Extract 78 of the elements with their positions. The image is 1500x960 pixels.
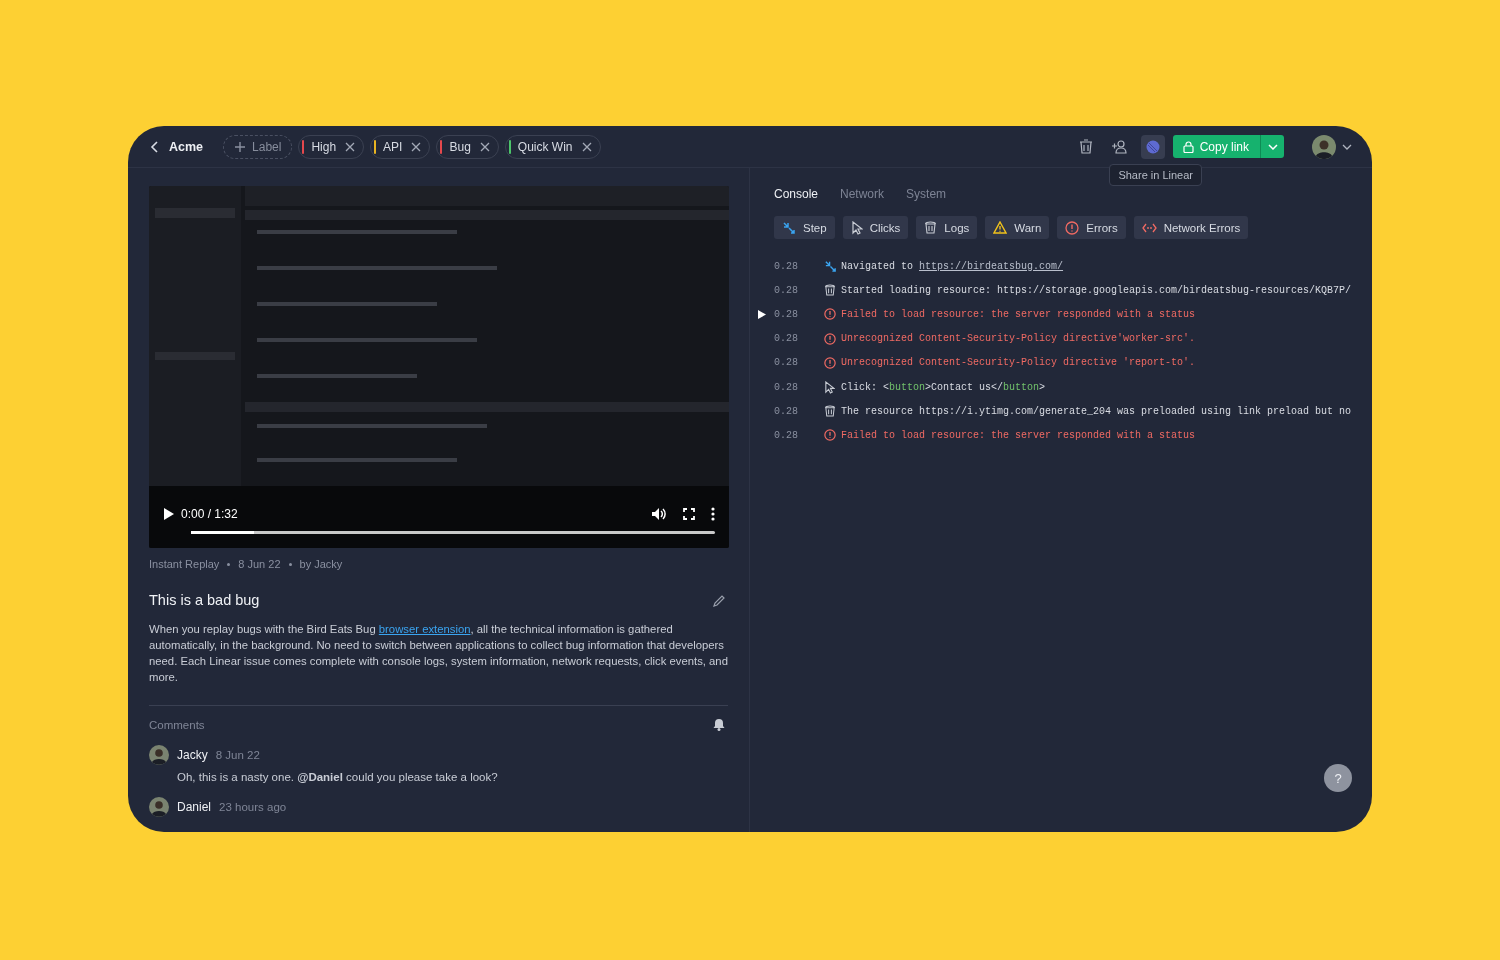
remove-icon[interactable] (581, 141, 592, 152)
comment-time: 23 hours ago (219, 801, 287, 813)
back-button[interactable]: Acme (148, 139, 218, 154)
add-user-icon[interactable] (1110, 139, 1127, 154)
cursor-icon (850, 220, 863, 235)
comment-text: Oh, this is a nasty one. @Daniel could you please take a look? (177, 771, 499, 783)
edit-icon[interactable] (713, 593, 726, 607)
play-icon[interactable] (163, 507, 175, 521)
log-message: Navigated to https://birdeatsbug.com/ (841, 260, 1064, 272)
log-message: Failed to load resource: the server responded with a status (841, 429, 1196, 441)
tooltip: Share in Linear (1109, 164, 1202, 186)
comment-author: Daniel (177, 800, 212, 814)
error-icon (824, 308, 836, 321)
avatar (149, 797, 169, 817)
issue-title: This is a bad bug (149, 592, 260, 608)
more-icon[interactable] (711, 507, 715, 521)
log-message: Unrecognized Content-Security-Policy directive'worker-src'. (841, 333, 1196, 345)
comment-time: 8 Jun 22 (215, 749, 260, 761)
issue-description: When you replay bugs with the Bird Eats Bug browser extension, all the technical information is gathered automatically, in the background. No need to switch between applications to collect bug information that developers need. Each Linear issue comes complete with console logs, system information, network requests, click events, and more. (149, 622, 728, 685)
error-icon (824, 332, 836, 345)
panel-tab[interactable]: Console (774, 187, 819, 201)
steps-icon (824, 259, 837, 273)
filter-button[interactable]: Clicks (842, 216, 909, 239)
comment-author: Jacky (177, 748, 208, 762)
meta-text: Instant Replay (149, 558, 220, 570)
circle-logo-icon (1145, 139, 1160, 154)
volume-icon[interactable] (651, 507, 667, 521)
panel-tab[interactable]: System (906, 187, 947, 201)
meta-text: by Jacky (299, 558, 343, 570)
avatar[interactable] (1312, 134, 1336, 159)
log-message: Click: <button>Contact us</button> (841, 381, 1046, 393)
log-time: 0.28 (774, 284, 799, 296)
log-message: The resource https://i.ytimg.com/generate_204 was preloaded using link preload but no (841, 405, 1352, 417)
filter-button[interactable]: Warn (985, 216, 1050, 239)
expand-icon[interactable] (758, 309, 766, 319)
filter-button[interactable]: Logs (916, 216, 978, 239)
avatar (149, 745, 169, 765)
plus-icon (234, 140, 247, 153)
log-time: 0.28 (774, 308, 799, 320)
trash-icon[interactable] (1078, 139, 1093, 154)
bucket-icon (924, 221, 938, 234)
caret-icon[interactable] (1342, 143, 1352, 150)
log-time: 0.28 (774, 381, 799, 393)
log-message: Unrecognized Content-Security-Policy directive 'report-to'. (841, 357, 1196, 369)
log-message: Failed to load resource: the server responded with a status (841, 308, 1196, 320)
filter-button[interactable]: Errors (1057, 216, 1126, 239)
remove-icon[interactable] (479, 141, 490, 152)
log-time: 0.28 (774, 260, 799, 272)
warning-icon (993, 221, 1008, 234)
error-icon (1065, 220, 1080, 235)
error-icon (824, 429, 836, 442)
log-time: 0.28 (774, 405, 799, 417)
bucket-icon (824, 405, 836, 418)
caret-icon (1267, 143, 1278, 150)
remove-icon[interactable] (411, 141, 422, 152)
log-time: 0.28 (774, 333, 799, 345)
meta-text: 8 Jun 22 (238, 558, 281, 570)
share-linear-button[interactable] (1140, 134, 1165, 159)
filter-button[interactable]: Network Errors (1133, 216, 1249, 239)
comments-heading: Comments (149, 718, 205, 731)
filter-button[interactable]: Step (774, 216, 835, 239)
log-time: 0.28 (774, 357, 799, 369)
extension-link[interactable]: browser extension (378, 623, 471, 635)
cursor-icon (824, 380, 835, 394)
bell-icon[interactable] (713, 718, 725, 731)
code-arrows-icon (1141, 222, 1157, 233)
panel-tab[interactable]: Network (840, 187, 885, 201)
steps-icon (782, 220, 796, 235)
fullscreen-icon[interactable] (683, 508, 695, 520)
lock-icon (1182, 140, 1194, 153)
log-message: Started loading resource: https://storage.googleapis.com/birdeatsbug-resources/KQB7P/ (841, 284, 1352, 296)
dropdown-button[interactable] (1260, 135, 1284, 158)
video-time: 0:00 / 1:32 (181, 507, 238, 521)
error-icon (824, 356, 836, 369)
log-time: 0.28 (774, 429, 799, 441)
remove-icon[interactable] (345, 141, 356, 152)
bucket-icon (824, 284, 836, 297)
back-icon (150, 140, 160, 153)
